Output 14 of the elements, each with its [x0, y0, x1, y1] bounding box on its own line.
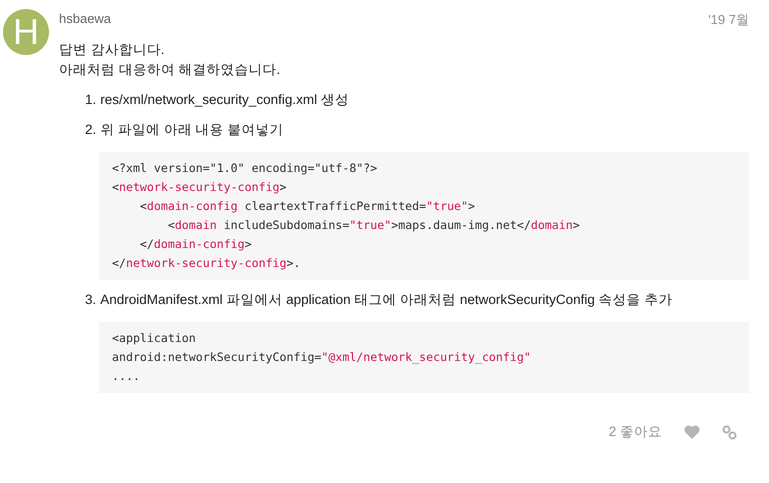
step-number: 2. — [85, 121, 96, 139]
like-count: 2 좋아요 — [608, 423, 662, 441]
heart-icon[interactable] — [684, 425, 700, 439]
step-number: 1. — [85, 91, 96, 109]
link-icon[interactable] — [722, 424, 737, 440]
code-block: <?xml version="1.0" encoding="utf-8"?> <network-security-config> <domain-config cleartextTrafficPermitted="true"> <domain includeSubdomains="true">maps.daum-img.net</domain> </domain-config> </network-security-config>. — [99, 152, 749, 280]
step-text: AndroidManifest.xml 파일에서 application 태그에 아래처럼 networkSecurityConfig 속성을 추가 — [100, 291, 672, 309]
step-text: res/xml/network_security_config.xml 생성 — [100, 91, 349, 109]
code-block: <application android:networkSecurityConfig="@xml/network_security_config" .... — [99, 322, 749, 393]
username[interactable]: hsbaewa — [59, 11, 112, 29]
reply-text: 답변 감사합니다. 아래처럼 대응하여 해결하였습니다. — [59, 41, 282, 79]
post-date: '19 7월 — [708, 11, 749, 29]
step-text: 위 파일에 아래 내용 붙여넣기 — [100, 121, 284, 139]
step-number: 3. — [85, 291, 96, 309]
